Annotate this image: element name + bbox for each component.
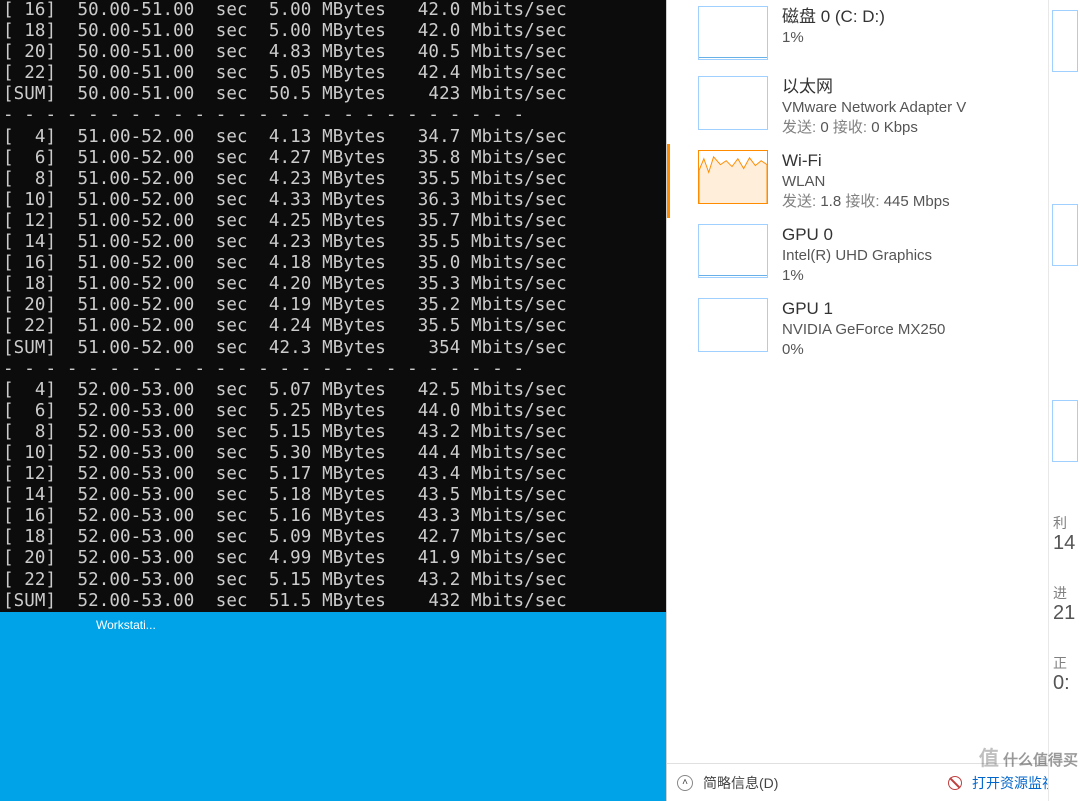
perf-item-net-stats: 发送: 0 接收: 0 Kbps	[782, 118, 1080, 138]
perf-graph-thumb	[698, 298, 768, 352]
perf-item-sub: WLAN	[782, 172, 1080, 192]
perf-item-4[interactable]: GPU 1NVIDIA GeForce MX2500%	[667, 292, 1080, 366]
perf-item-sub2: 0%	[782, 340, 1080, 360]
mini-proc-value: 21	[1053, 604, 1075, 622]
mini-norm-value: 0:	[1053, 674, 1070, 692]
perf-item-2[interactable]: Wi-FiWLAN发送: 1.8 接收: 445 Mbps	[667, 144, 1080, 218]
perf-item-net-stats: 发送: 1.8 接收: 445 Mbps	[782, 192, 1080, 212]
left-pane: [ 16] 50.00-51.00 sec 5.00 MBytes 42.0 M…	[0, 0, 666, 801]
perf-graph-thumb	[698, 150, 768, 204]
desktop-taskbar: Workstati...	[0, 612, 666, 801]
brief-info-link[interactable]: 简略信息(D)	[703, 773, 778, 793]
perf-item-1[interactable]: 以太网VMware Network Adapter V发送: 0 接收: 0 K…	[667, 70, 1080, 144]
perf-item-title: 磁盘 0 (C: D:)	[782, 6, 1080, 28]
perf-item-sub2: 1%	[782, 266, 1080, 286]
perf-item-title: GPU 1	[782, 298, 1080, 320]
perf-item-3[interactable]: GPU 0Intel(R) UHD Graphics1%	[667, 218, 1080, 292]
perf-list: 磁盘 0 (C: D:)1%以太网VMware Network Adapter …	[667, 0, 1080, 763]
perf-item-title: Wi-Fi	[782, 150, 1080, 172]
mini-util-label: 利	[1053, 514, 1067, 532]
perf-item-0[interactable]: 磁盘 0 (C: D:)1%	[667, 0, 1080, 70]
perf-item-sub: VMware Network Adapter V	[782, 98, 1080, 118]
mini-norm-label: 正	[1053, 654, 1067, 672]
resource-monitor-icon	[948, 776, 962, 790]
terminal-output[interactable]: [ 16] 50.00-51.00 sec 5.00 MBytes 42.0 M…	[0, 0, 666, 612]
perf-right-strip: 利 14 进 21 正 0:	[1048, 0, 1080, 801]
chevron-up-icon[interactable]: ˄	[677, 775, 693, 791]
mini-proc-label: 进	[1053, 584, 1067, 602]
taskbar-app-label[interactable]: Workstati...	[96, 618, 156, 632]
perf-item-sub: NVIDIA GeForce MX250	[782, 320, 1080, 340]
taskmgr-footer: ˄ 简略信息(D) 打开资源监视器	[667, 763, 1080, 801]
perf-item-title: GPU 0	[782, 224, 1080, 246]
taskmgr-performance-panel: 磁盘 0 (C: D:)1%以太网VMware Network Adapter …	[666, 0, 1080, 801]
perf-graph-thumb	[698, 224, 768, 278]
perf-item-title: 以太网	[782, 76, 1080, 98]
mini-util-value: 14	[1053, 534, 1075, 552]
perf-item-sub: Intel(R) UHD Graphics	[782, 246, 1080, 266]
perf-graph-thumb	[698, 76, 768, 130]
perf-item-sub: 1%	[782, 28, 1080, 48]
perf-graph-thumb	[698, 6, 768, 60]
